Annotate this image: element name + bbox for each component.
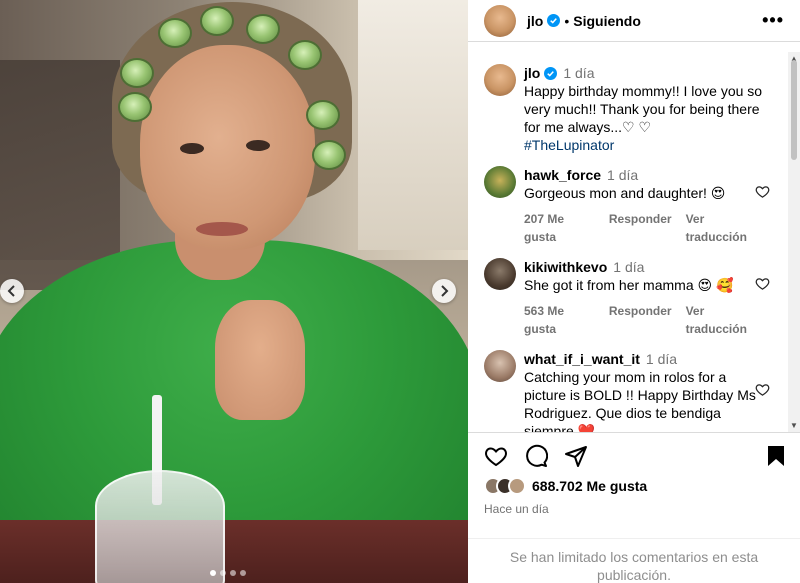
hair-roller bbox=[118, 92, 152, 122]
reply-button[interactable]: Responder bbox=[609, 210, 672, 246]
like-heart-icon[interactable] bbox=[484, 444, 508, 468]
comment-text: Gorgeous mon and daughter! 😍 bbox=[524, 185, 726, 201]
liker-avatar bbox=[508, 477, 526, 495]
hair-roller bbox=[288, 40, 322, 70]
hand bbox=[215, 300, 305, 420]
comment-username[interactable]: what_if_i_want_it bbox=[524, 351, 640, 367]
author-avatar[interactable] bbox=[484, 4, 516, 37]
comment-time[interactable]: 1 día bbox=[613, 259, 644, 275]
comment-item: what_if_i_want_it 1 día Catching your mom… bbox=[468, 338, 800, 432]
author-avatar[interactable] bbox=[484, 64, 516, 96]
verified-badge-icon bbox=[547, 14, 561, 27]
hair-roller bbox=[158, 18, 192, 48]
post-caption: jlo 1 día Happy birthday mommy!! I love y… bbox=[468, 52, 800, 154]
chevron-left-icon bbox=[7, 285, 15, 297]
comments-limited-text: Se han limitado los comentarios en esta … bbox=[509, 549, 759, 583]
comment-username[interactable]: hawk_force bbox=[524, 167, 601, 183]
comment-item: hawk_force 1 día Gorgeous mon and daughte… bbox=[468, 154, 800, 246]
commenter-avatar[interactable] bbox=[484, 258, 516, 290]
carousel-prev-button[interactable] bbox=[0, 279, 24, 303]
commenter-avatar[interactable] bbox=[484, 350, 516, 382]
scroll-down-arrow-icon[interactable]: ▼ bbox=[790, 421, 798, 430]
hair-roller bbox=[246, 14, 280, 44]
caption-text: Happy birthday mommy!! I love you so ver… bbox=[524, 83, 763, 135]
following-button[interactable]: Siguiendo bbox=[573, 13, 641, 29]
hair-roller bbox=[120, 58, 154, 88]
face bbox=[140, 45, 315, 250]
background-cabinet bbox=[0, 60, 120, 290]
share-send-icon[interactable] bbox=[564, 444, 588, 468]
carousel-dot bbox=[210, 570, 216, 576]
likes-summary[interactable]: 688.702 Me gusta bbox=[484, 477, 647, 495]
comment-likes[interactable]: 563 Me gusta bbox=[524, 302, 595, 338]
comment-text: Catching your mom in rolos for a picture… bbox=[524, 369, 756, 432]
save-bookmark-icon[interactable] bbox=[764, 444, 788, 468]
scrollbar-thumb[interactable] bbox=[791, 60, 797, 160]
comment-username[interactable]: kikiwithkevo bbox=[524, 259, 607, 275]
caption-hashtag[interactable]: #TheLupinator bbox=[524, 136, 774, 154]
more-options-icon[interactable]: ••• bbox=[762, 10, 784, 31]
post-side-panel: jlo • Siguiendo ••• jlo 1 día Happy birth… bbox=[468, 0, 800, 583]
like-comment-heart-icon[interactable] bbox=[755, 382, 770, 397]
post-header: jlo • Siguiendo ••• bbox=[468, 0, 800, 42]
hair-roller bbox=[306, 100, 340, 130]
separator-dot: • bbox=[564, 12, 570, 29]
hair-roller bbox=[312, 140, 346, 170]
translate-button[interactable]: Ver traducción bbox=[686, 302, 764, 338]
likes-count[interactable]: 688.702 Me gusta bbox=[532, 478, 647, 494]
author-username[interactable]: jlo bbox=[527, 13, 543, 29]
eye bbox=[246, 140, 270, 151]
translate-button[interactable]: Ver traducción bbox=[686, 210, 764, 246]
eye bbox=[180, 143, 204, 154]
like-comment-heart-icon[interactable] bbox=[755, 184, 770, 199]
comments-scrollbar[interactable]: ▲ ▼ bbox=[788, 52, 800, 432]
divider bbox=[468, 432, 800, 433]
comment-time[interactable]: 1 día bbox=[646, 351, 677, 367]
comment-text: She got it from her mamma 😍 🥰 bbox=[524, 277, 734, 293]
chevron-right-icon bbox=[441, 285, 449, 297]
carousel-dot bbox=[220, 570, 226, 576]
like-comment-heart-icon[interactable] bbox=[755, 276, 770, 291]
comment-item: kikiwithkevo 1 día She got it from her ma… bbox=[468, 246, 800, 338]
comment-likes[interactable]: 207 Me gusta bbox=[524, 210, 595, 246]
commenter-avatar[interactable] bbox=[484, 166, 516, 198]
drink-cup bbox=[95, 470, 225, 583]
carousel-dot bbox=[240, 570, 246, 576]
post-actions bbox=[484, 443, 788, 469]
comments-limited-notice: Se han limitado los comentarios en esta … bbox=[468, 538, 800, 583]
comments-list[interactable]: jlo 1 día Happy birthday mommy!! I love y… bbox=[468, 52, 800, 432]
caption-time[interactable]: 1 día bbox=[563, 65, 594, 81]
carousel-indicator bbox=[210, 570, 246, 576]
verified-badge-icon bbox=[544, 67, 558, 80]
post-photo[interactable] bbox=[0, 0, 468, 583]
mouth bbox=[196, 222, 248, 236]
carousel-dot bbox=[230, 570, 236, 576]
comment-time[interactable]: 1 día bbox=[607, 167, 638, 183]
carousel-next-button[interactable] bbox=[432, 279, 456, 303]
reply-button[interactable]: Responder bbox=[609, 302, 672, 338]
liker-avatars bbox=[484, 477, 526, 495]
background-window bbox=[358, 0, 468, 250]
post-time[interactable]: Hace un día bbox=[484, 502, 549, 516]
hair-roller bbox=[200, 6, 234, 36]
caption-username[interactable]: jlo bbox=[524, 65, 540, 81]
comment-bubble-icon[interactable] bbox=[524, 444, 548, 468]
